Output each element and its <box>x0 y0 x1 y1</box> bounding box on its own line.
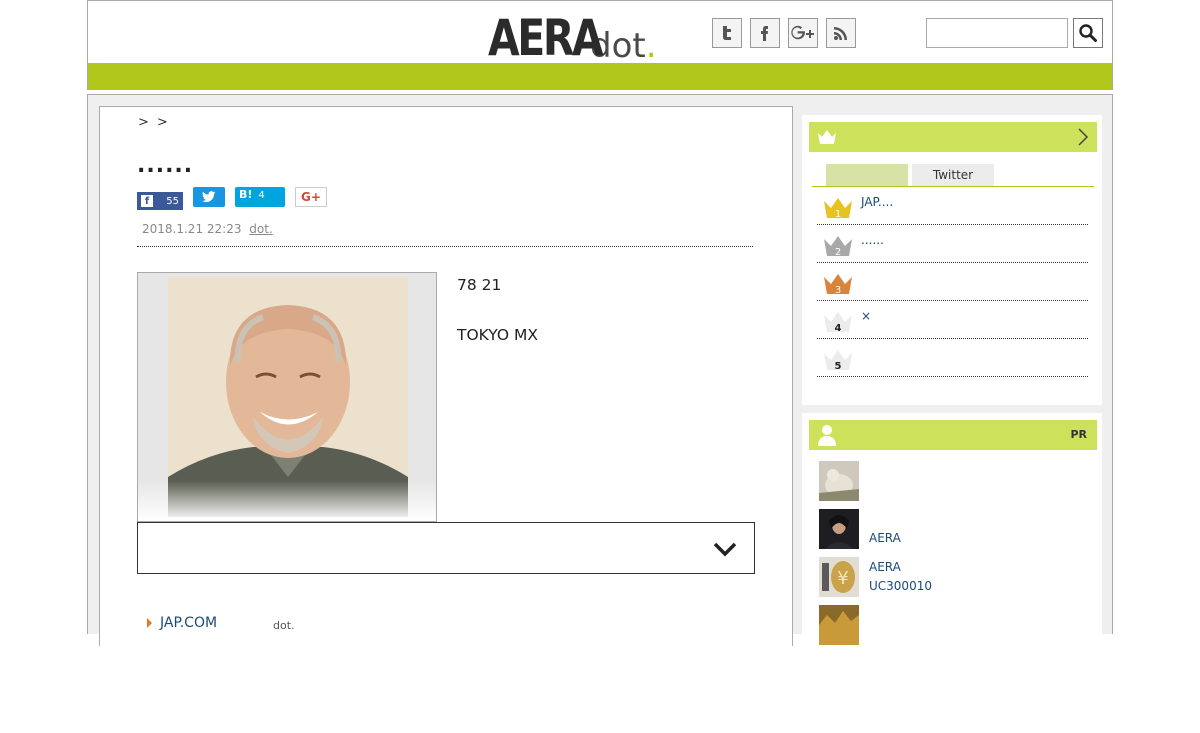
tab-twitter-ranking[interactable]: Twitter <box>912 164 994 186</box>
pr-thumbnail <box>819 509 859 549</box>
pr-thumbnail <box>819 461 859 501</box>
facebook-icon: f <box>141 195 153 207</box>
rank-5-crown-icon: 5 <box>824 350 852 371</box>
pr-panel-header: PR <box>809 420 1097 450</box>
chevron-right-icon <box>1078 128 1089 146</box>
article: > > ...... f 55 B! 4 G+ 2018.1.21 22:23 … <box>99 106 793 646</box>
ranking-item[interactable]: 2 ...... <box>817 225 1088 263</box>
svg-text:2: 2 <box>835 247 841 257</box>
ranking-item[interactable]: 5 <box>817 339 1088 377</box>
ranking-item[interactable]: 1 JAP.... <box>817 187 1088 225</box>
facebook-share-count: 55 <box>166 195 179 207</box>
hatena-label: B! <box>239 188 253 201</box>
breadcrumb-separator: > <box>138 115 149 130</box>
google-plus-share-button[interactable]: G+ <box>295 187 327 207</box>
main-frame: > > ...... f 55 B! 4 G+ 2018.1.21 22:23 … <box>87 94 1113 733</box>
read-more-toggle[interactable] <box>137 522 755 574</box>
related-article-source: dot. <box>273 619 295 632</box>
rank-4-crown-icon: 4 <box>824 312 852 333</box>
ranking-item[interactable]: 4 × <box>817 301 1088 339</box>
photo-fade <box>138 481 436 521</box>
related-article-link[interactable]: JAP.COM <box>147 615 217 631</box>
ranking-panel: Twitter 1 JAP.... 2 ...... 3 4 × 5 <box>802 115 1102 405</box>
pr-panel: PR AERA ¥ AERA UC300010 <box>802 413 1102 733</box>
arrow-right-icon <box>147 618 152 628</box>
pr-item[interactable]: ¥ AERA UC300010 <box>819 557 1089 597</box>
rank-3-crown-icon: 3 <box>824 274 852 295</box>
hatena-count: 4 <box>258 190 265 201</box>
svg-text:3: 3 <box>835 285 841 295</box>
pr-label: PR <box>1070 428 1087 441</box>
ranking-item-title: × <box>861 309 872 323</box>
facebook-share-button[interactable]: f 55 <box>137 192 183 210</box>
search-input[interactable] <box>926 18 1068 48</box>
pr-thumbnail: ¥ <box>819 557 859 597</box>
aera-dot-logo[interactable]: AERA dot. <box>488 7 657 63</box>
google-plus-icon[interactable] <box>788 18 818 48</box>
article-photo <box>137 272 437 522</box>
ranking-panel-header[interactable] <box>809 122 1097 152</box>
tab-access-ranking[interactable] <box>826 164 908 186</box>
rss-icon[interactable] <box>826 18 856 48</box>
twitter-bird-icon <box>202 191 216 203</box>
crown-icon <box>818 130 836 144</box>
google-plus-label: G+ <box>301 190 321 204</box>
ranking-item-title: ...... <box>861 233 884 247</box>
article-paragraph: TOKYO MX <box>457 326 539 344</box>
ranking-item[interactable]: 3 <box>817 263 1088 301</box>
article-paragraph: 78 21 <box>457 276 502 294</box>
person-icon <box>818 425 836 446</box>
article-source-link[interactable]: dot. <box>249 222 272 236</box>
rank-1-crown-icon: 1 <box>824 198 852 219</box>
search-icon[interactable] <box>1073 18 1103 48</box>
divider <box>137 246 753 247</box>
related-article-title: JAP.COM <box>160 615 218 631</box>
rank-2-crown-icon: 2 <box>824 236 852 257</box>
facebook-icon[interactable] <box>750 18 780 48</box>
pr-item-title: AERA <box>869 531 901 545</box>
breadcrumb-separator: > <box>156 115 168 130</box>
article-date: 2018.1.21 22:23 <box>142 222 242 236</box>
share-buttons: f 55 B! 4 G+ <box>137 187 327 210</box>
tweet-button[interactable] <box>193 187 225 207</box>
global-nav-bar <box>88 63 1112 89</box>
pr-item[interactable]: AERA <box>819 509 1089 549</box>
svg-text:¥: ¥ <box>837 568 848 589</box>
logo-aera-text: AERA <box>488 9 604 67</box>
site-header: AERA dot. <box>87 0 1113 90</box>
social-links <box>712 18 856 48</box>
ranking-item-title: JAP.... <box>861 195 894 209</box>
chevron-down-icon <box>713 542 737 557</box>
ranking-tabs: Twitter <box>826 164 994 186</box>
hatena-bookmark-button[interactable]: B! 4 <box>235 187 285 207</box>
svg-text:5: 5 <box>835 361 842 371</box>
pr-item[interactable] <box>819 461 1089 501</box>
pr-item-title: AERA <box>869 560 901 574</box>
breadcrumb: > > <box>138 115 168 130</box>
article-body: 78 21 TOKYO MX <box>457 273 757 373</box>
svg-text:4: 4 <box>835 323 842 333</box>
pr-item-subtitle: UC300010 <box>869 579 932 593</box>
article-meta: 2018.1.21 22:23 dot. <box>142 222 273 236</box>
pr-thumbnail <box>819 605 859 645</box>
twitter-icon[interactable] <box>712 18 742 48</box>
pr-item[interactable] <box>819 605 1089 645</box>
svg-text:1: 1 <box>835 209 841 219</box>
article-title: ...... <box>137 153 194 178</box>
